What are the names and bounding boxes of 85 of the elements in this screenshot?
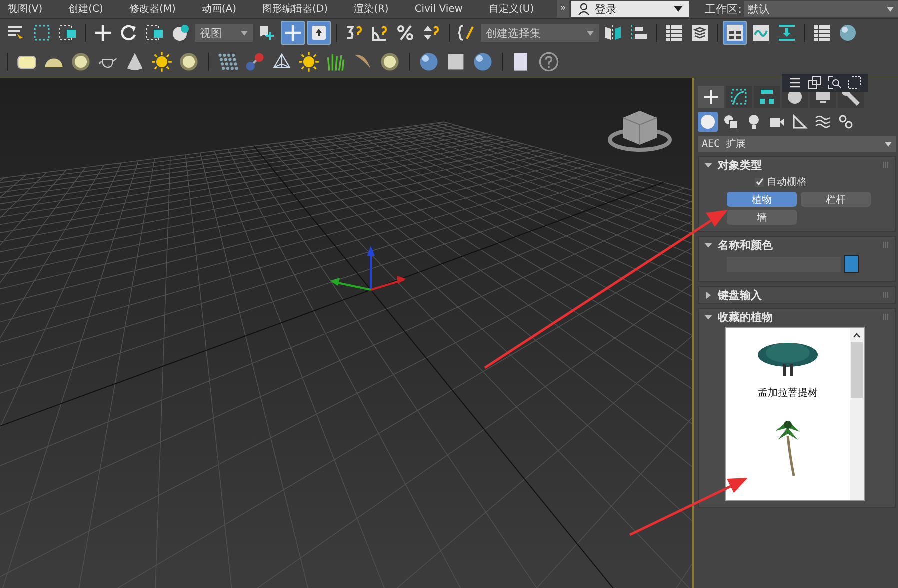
curve-editor-icon [751,23,771,43]
keyboard-shortcut-icon [309,23,329,43]
auto-grid-checkbox[interactable]: 自动栅格 [755,175,889,189]
space-warp-icon [815,114,831,130]
manipulate-icon [283,23,303,43]
drag-handle-icon [883,162,889,168]
menu-item[interactable]: 渲染(R) [341,2,402,16]
keyboard-shortcut-button[interactable] [307,21,331,45]
object-type-button[interactable]: 墙 [727,210,797,225]
hierarchy-icon [758,88,776,106]
menu-item[interactable]: 视图(V) [0,2,56,16]
scrollbar[interactable] [850,328,864,500]
help-icon[interactable] [538,51,560,73]
mirror-icon [603,23,623,43]
login-dropdown[interactable]: 登录 [571,1,690,17]
glow-sphere-icon[interactable] [70,51,92,73]
dropdown-arrow-icon [887,6,894,12]
pivot-icon [257,23,277,43]
move-icon [93,23,113,43]
drag-handle-icon [883,292,889,298]
expanded-caret-icon [705,162,712,168]
object-type-button[interactable]: 栏杆 [801,192,871,207]
sphere-light-icon[interactable] [178,51,200,73]
expanded-caret-icon [705,314,712,320]
view-dropdown[interactable]: 视图 [195,24,253,42]
menu-item[interactable]: Civil View [402,4,476,14]
menu-item[interactable]: 图形编辑器(D) [250,2,342,16]
render-icon [838,23,858,43]
material-editor-icon [812,23,832,43]
expanded-caret-icon [705,242,712,248]
scroll-up-icon[interactable] [853,333,861,338]
schematic-view-button[interactable] [723,21,747,45]
placement-icon [171,23,191,43]
command-panel-tab[interactable] [698,86,724,108]
sphere-icon[interactable] [418,51,440,73]
light-icon [746,114,762,130]
menu-item[interactable]: 修改器(M) [116,2,189,16]
rectangle-selection-icon [32,23,52,43]
scene-explorer-icon [664,23,684,43]
command-panel-tab[interactable] [726,86,752,108]
scale-icon [145,23,165,43]
dropdown-arrow-icon [587,30,594,36]
helper-icon [792,114,808,130]
rollout-header[interactable]: 名称和颜色 [699,237,895,253]
checkmark-icon [756,178,764,186]
view-cube-drawing [608,111,672,152]
rollout-header[interactable]: 对象类型 [699,157,895,173]
menu-overflow-button[interactable]: » [557,0,570,18]
dropdown-arrow-icon [885,142,892,146]
layer-explorer-icon [690,23,710,43]
menu-icon[interactable] [788,76,802,90]
curve-icon [730,88,748,106]
dropdown-arrow-icon [241,30,248,36]
dropdown-arrow-icon [674,6,684,12]
command-panel-tab[interactable] [754,86,780,108]
menu-item[interactable]: 动画(A) [188,2,250,16]
menu-item[interactable]: 创建(C) [56,2,116,16]
collapsed-caret-icon [705,292,712,298]
workspace-dropdown[interactable]: 默认 [744,1,898,17]
drag-handle-icon [883,314,889,320]
workspace-label: 工作区: [705,2,742,16]
color-swatch[interactable] [844,255,859,273]
category-button[interactable] [790,112,810,132]
object-category-dropdown[interactable]: AEC 扩展 [698,136,896,152]
zoom-frame-icon[interactable] [828,76,842,90]
schematic-view-icon [725,23,745,43]
menu-item[interactable]: 自定义(U) [476,2,548,16]
shapes-icon [723,114,739,130]
geometry-icon [700,114,716,130]
particles-icon[interactable] [217,51,239,73]
selection-set-dropdown[interactable]: 创建选择集 [481,24,599,42]
window-selection-icon [58,23,78,43]
systems-icon [838,114,854,130]
toggle-ribbon-icon [777,23,797,43]
sun-icon[interactable] [151,51,173,73]
frame-icon[interactable] [848,76,862,90]
rotate-icon [119,23,139,43]
plus-icon [702,88,720,106]
windows-icon[interactable] [808,76,822,90]
plant-name[interactable]: 孟加拉菩提树 [758,386,818,400]
percent-snap-icon [396,23,416,43]
rollout-header[interactable]: 键盘输入 [699,287,895,303]
drag-handle-icon [883,242,889,248]
user-icon [577,2,592,16]
rollout-header[interactable]: 收藏的植物 [699,309,895,325]
